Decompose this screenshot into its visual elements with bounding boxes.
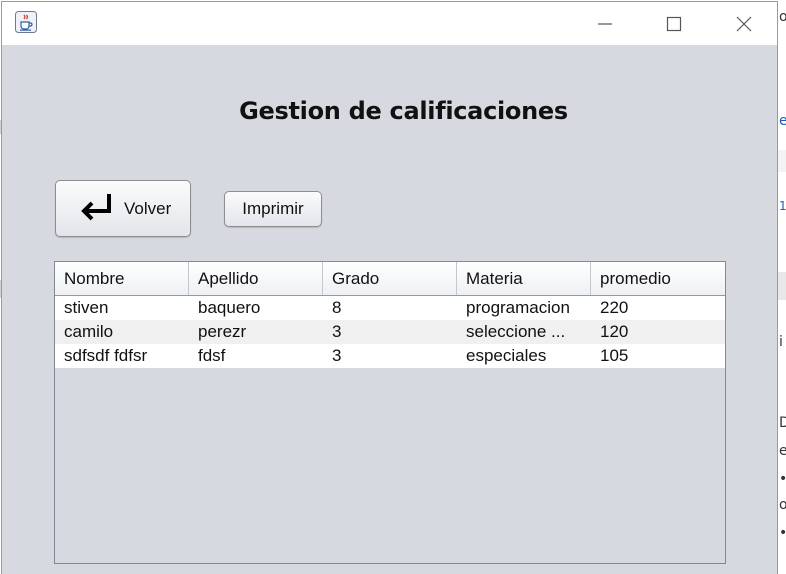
minimize-button[interactable] <box>582 2 628 45</box>
table-cell[interactable]: perezr <box>189 320 323 344</box>
table-cell[interactable]: 220 <box>591 296 725 320</box>
background-text: D <box>779 415 786 431</box>
table-row[interactable]: sdfsdf fdfsr fdsf 3 especiales 105 <box>55 344 725 368</box>
back-button-label: Volver <box>124 198 172 218</box>
table-cell[interactable]: 3 <box>323 320 457 344</box>
background-text: e <box>779 443 786 459</box>
table-cell[interactable]: 8 <box>323 296 457 320</box>
maximize-button[interactable] <box>651 2 697 45</box>
maximize-icon <box>666 16 682 31</box>
page-title: Gestion de calificaciones <box>239 97 568 125</box>
close-icon <box>736 16 752 31</box>
table-cell[interactable]: sdfsdf fdfsr <box>55 344 189 368</box>
background-text: o <box>779 9 786 25</box>
table-cell[interactable]: 105 <box>591 344 725 368</box>
app-window: Gestion de calificaciones Volver Imprimi… <box>1 1 778 574</box>
column-header-materia[interactable]: Materia <box>457 262 591 295</box>
print-button[interactable]: Imprimir <box>224 191 322 227</box>
minimize-icon <box>598 22 612 25</box>
table-cell[interactable]: seleccione ... <box>457 320 591 344</box>
table-header: Nombre Apellido Grado Materia promedio <box>55 262 725 296</box>
table-cell[interactable]: especiales <box>457 344 591 368</box>
back-button[interactable]: Volver <box>55 180 191 237</box>
background-text: 1 <box>779 199 786 213</box>
background-text: o <box>779 497 786 513</box>
table-cell[interactable]: fdsf <box>189 344 323 368</box>
java-coffee-cup-icon <box>15 11 37 33</box>
close-button[interactable] <box>721 2 767 45</box>
table-cell[interactable]: camilo <box>55 320 189 344</box>
table-cell[interactable]: stiven <box>55 296 189 320</box>
table-row[interactable]: stiven baquero 8 programacion 220 <box>55 296 725 320</box>
column-header-promedio[interactable]: promedio <box>591 262 725 295</box>
table-cell[interactable]: 3 <box>323 344 457 368</box>
background-text: • <box>779 526 786 540</box>
table-cell[interactable]: 120 <box>591 320 725 344</box>
column-header-nombre[interactable]: Nombre <box>55 262 189 295</box>
table-cell[interactable]: baquero <box>189 296 323 320</box>
grades-table[interactable]: Nombre Apellido Grado Materia promedio s… <box>54 261 726 564</box>
table-cell[interactable]: programacion <box>457 296 591 320</box>
background-band <box>778 272 786 300</box>
table-row[interactable]: camilo perezr 3 seleccione ... 120 <box>55 320 725 344</box>
column-header-apellido[interactable]: Apellido <box>189 262 323 295</box>
background-text: e <box>779 113 786 129</box>
background-text: i <box>779 334 783 350</box>
background-band <box>778 150 786 172</box>
background-text: • <box>779 472 786 486</box>
title-bar[interactable] <box>2 2 777 45</box>
column-header-grado[interactable]: Grado <box>323 262 457 295</box>
return-arrow-icon <box>81 193 111 220</box>
